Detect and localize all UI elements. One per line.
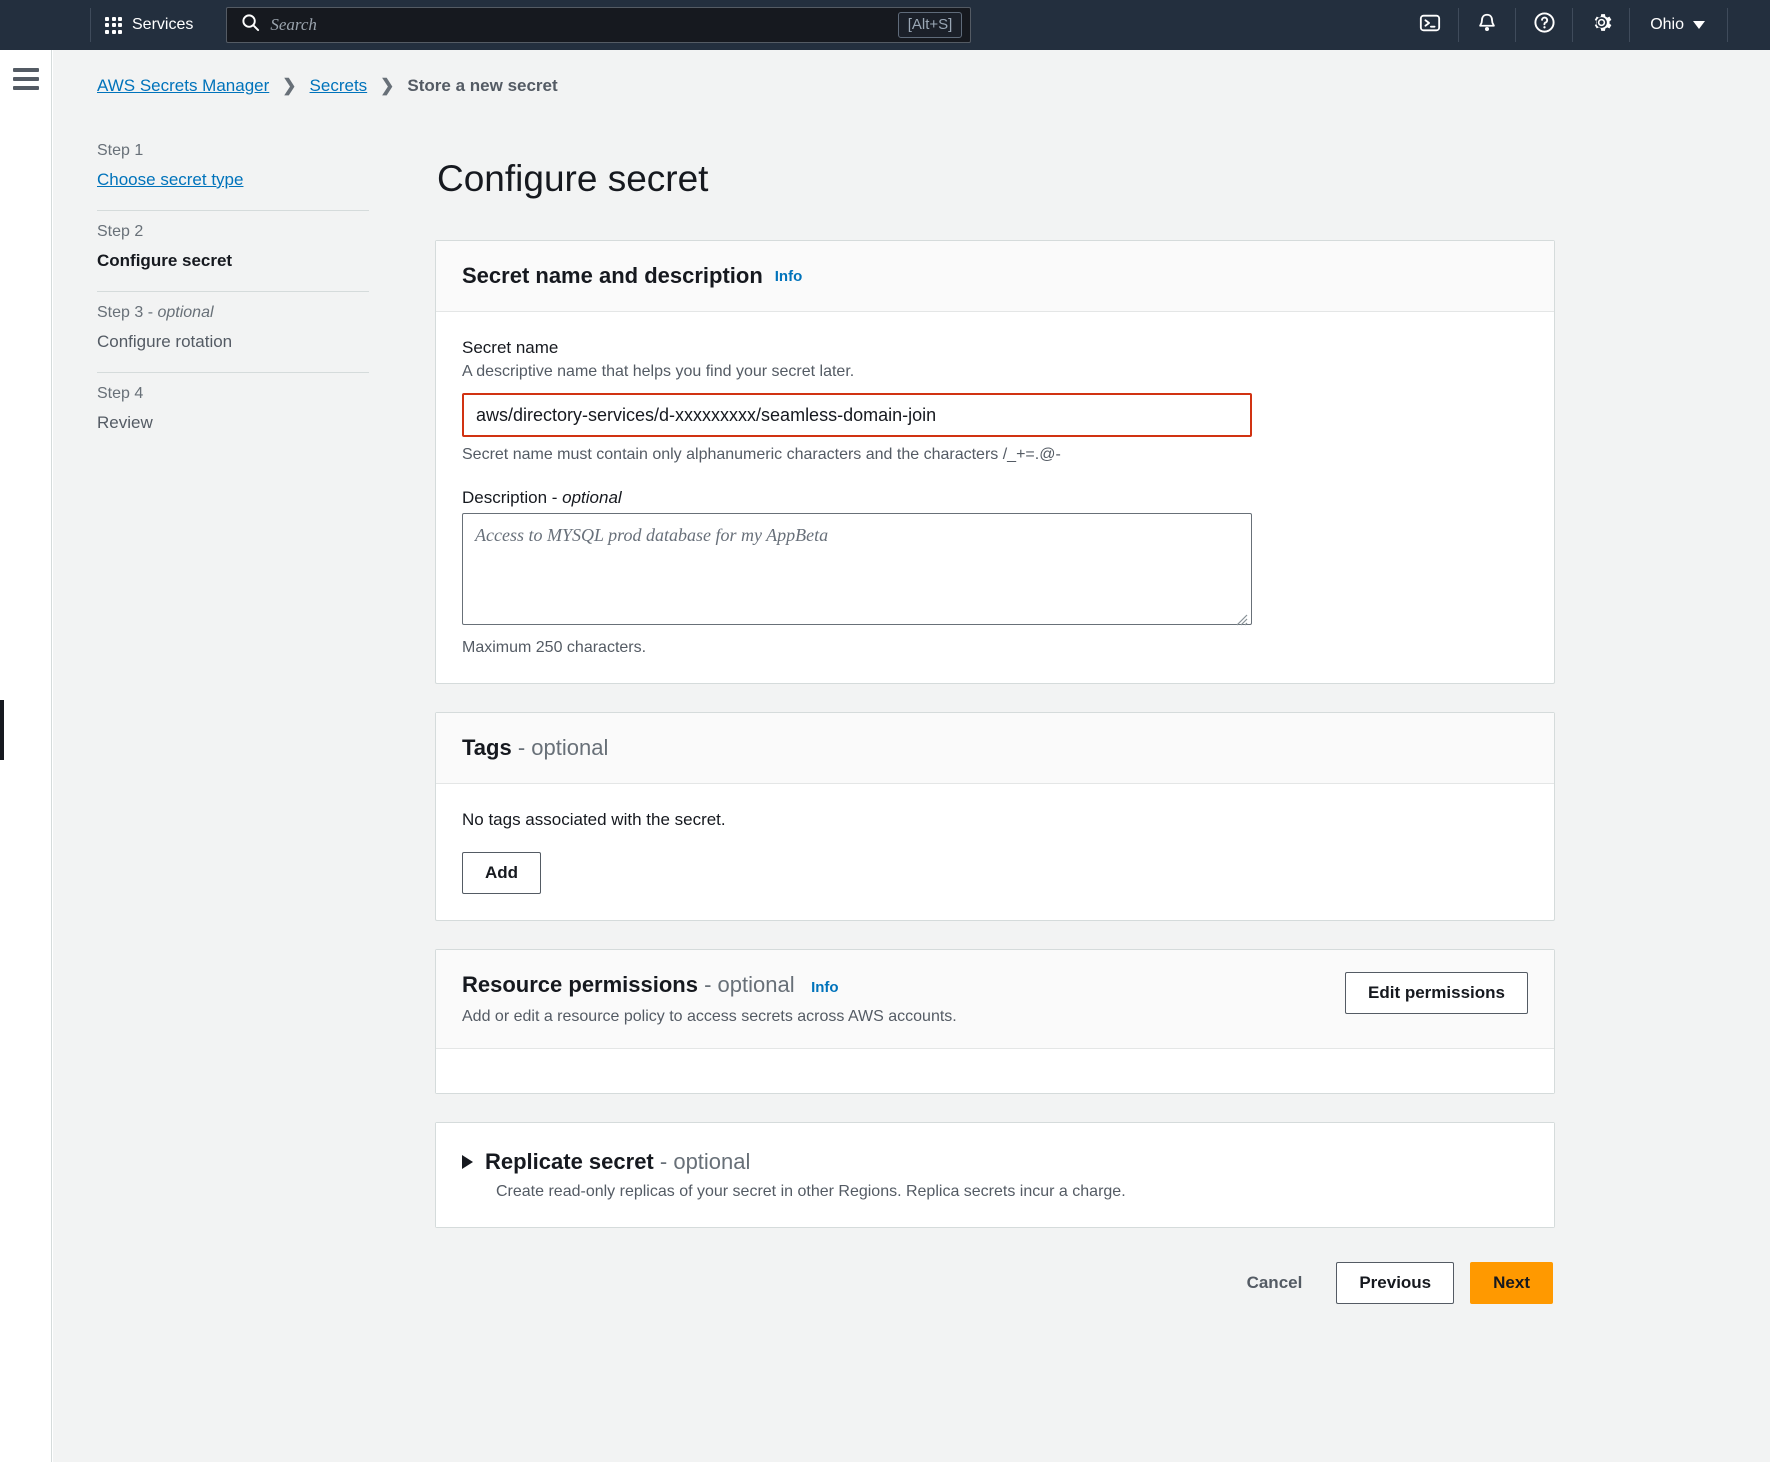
secret-name-card-title: Secret name and description: [462, 263, 763, 289]
secret-name-description-card: Secret name and description Info Secret …: [435, 240, 1555, 684]
replicate-secret-description: Create read-only replicas of your secret…: [496, 1183, 1528, 1201]
nav-right-cluster: Ohio: [1402, 0, 1770, 50]
breadcrumb: AWS Secrets Manager ❯ Secrets ❯ Store a …: [97, 76, 558, 96]
nav-divider: [1727, 8, 1728, 42]
nav-left-spacer: [0, 0, 90, 50]
panel-drag-handle[interactable]: [0, 700, 4, 760]
search-icon: [241, 13, 260, 37]
step-2-number: Step 2: [97, 223, 369, 241]
top-navigation-bar: Services Search [Alt+S]: [0, 0, 1770, 50]
left-rail: [0, 50, 52, 1462]
settings-button[interactable]: [1573, 0, 1629, 50]
app-grid-icon: [105, 17, 122, 34]
sidebar-item-review[interactable]: Review: [97, 413, 369, 433]
services-label: Services: [132, 16, 193, 34]
services-menu-button[interactable]: Services: [91, 0, 207, 50]
breadcrumb-root-link[interactable]: AWS Secrets Manager: [97, 76, 269, 96]
step-4-number: Step 4: [97, 385, 369, 403]
description-label: Description - optional: [462, 488, 1528, 508]
tags-card: Tags - optional No tags associated with …: [435, 712, 1555, 921]
resource-permissions-body: [436, 1049, 1554, 1093]
secret-name-hint: Secret name must contain only alphanumer…: [462, 446, 1528, 464]
region-label: Ohio: [1650, 16, 1684, 34]
secret-name-label: Secret name: [462, 338, 1528, 358]
search-input[interactable]: Search: [270, 15, 317, 35]
wizard-step-2: Step 2 Configure secret: [97, 211, 369, 291]
breadcrumb-parent-link[interactable]: Secrets: [310, 76, 368, 96]
notifications-button[interactable]: [1459, 0, 1515, 50]
search-shortcut-badge: [Alt+S]: [898, 12, 963, 38]
tags-card-title: Tags - optional: [462, 735, 608, 761]
next-button[interactable]: Next: [1470, 1262, 1553, 1304]
description-hint: Maximum 250 characters.: [462, 639, 1528, 657]
resource-permissions-card: Resource permissions - optional Info Add…: [435, 949, 1555, 1094]
step-3-number: Step 3 - optional: [97, 304, 369, 322]
wizard-step-4: Step 4 Review: [97, 373, 369, 453]
description-textarea-wrapper: [462, 513, 1252, 630]
tags-card-header: Tags - optional: [436, 713, 1554, 784]
secret-name-card-body: Secret name A descriptive name that help…: [436, 312, 1554, 683]
wizard-steps-sidebar: Step 1 Choose secret type Step 2 Configu…: [97, 130, 369, 453]
secret-name-info-link[interactable]: Info: [775, 268, 803, 285]
replicate-secret-title: Replicate secret - optional: [485, 1149, 750, 1175]
wizard-footer-actions: Cancel Previous Next: [435, 1262, 1555, 1304]
tags-card-body: No tags associated with the secret. Add: [436, 784, 1554, 920]
tags-empty-message: No tags associated with the secret.: [462, 810, 1528, 830]
page-title: Configure secret: [437, 158, 1555, 200]
resource-permissions-description: Add or edit a resource policy to access …: [462, 1008, 957, 1026]
global-search-box[interactable]: Search [Alt+S]: [226, 7, 971, 43]
help-button[interactable]: [1516, 0, 1572, 50]
secret-name-input[interactable]: [462, 393, 1252, 437]
secret-name-card-header: Secret name and description Info: [436, 241, 1554, 312]
wizard-step-1: Step 1 Choose secret type: [97, 130, 369, 210]
cloudshell-button[interactable]: [1402, 0, 1458, 50]
step-1-number: Step 1: [97, 142, 369, 160]
cloudshell-icon: [1419, 12, 1441, 39]
page-content: AWS Secrets Manager ❯ Secrets ❯ Store a …: [53, 50, 1770, 1462]
breadcrumb-separator-icon: ❯: [282, 76, 296, 96]
add-tag-button[interactable]: Add: [462, 852, 541, 894]
sidebar-item-configure-rotation[interactable]: Configure rotation: [97, 332, 369, 352]
chevron-down-icon: [1693, 21, 1705, 29]
resource-permissions-title: Resource permissions - optional: [462, 972, 795, 997]
menu-toggle-hamburger-icon[interactable]: [13, 68, 39, 95]
notifications-bell-icon: [1476, 12, 1498, 39]
region-selector[interactable]: Ohio: [1630, 0, 1727, 50]
sidebar-item-configure-secret[interactable]: Configure secret: [97, 251, 369, 271]
sidebar-item-choose-secret-type[interactable]: Choose secret type: [97, 170, 369, 190]
replicate-secret-body: Replicate secret - optional Create read-…: [436, 1123, 1554, 1227]
replicate-secret-card: Replicate secret - optional Create read-…: [435, 1122, 1555, 1228]
description-textarea[interactable]: [462, 513, 1252, 625]
secret-name-description: A descriptive name that helps you find y…: [462, 363, 1528, 381]
previous-button[interactable]: Previous: [1336, 1262, 1454, 1304]
breadcrumb-separator-icon: ❯: [380, 76, 394, 96]
edit-permissions-button[interactable]: Edit permissions: [1345, 972, 1528, 1014]
cancel-button[interactable]: Cancel: [1229, 1262, 1321, 1304]
settings-gear-icon: [1590, 11, 1613, 39]
wizard-step-3: Step 3 - optional Configure rotation: [97, 292, 369, 372]
expand-triangle-icon[interactable]: [462, 1155, 473, 1169]
replicate-secret-toggle-row[interactable]: Replicate secret - optional: [462, 1149, 1528, 1175]
help-question-icon: [1533, 11, 1556, 39]
resource-permissions-info-link[interactable]: Info: [811, 979, 839, 996]
main-column: Configure secret Secret name and descrip…: [435, 158, 1555, 1304]
resource-permissions-header: Resource permissions - optional Info Add…: [436, 950, 1554, 1049]
breadcrumb-current: Store a new secret: [407, 76, 557, 96]
